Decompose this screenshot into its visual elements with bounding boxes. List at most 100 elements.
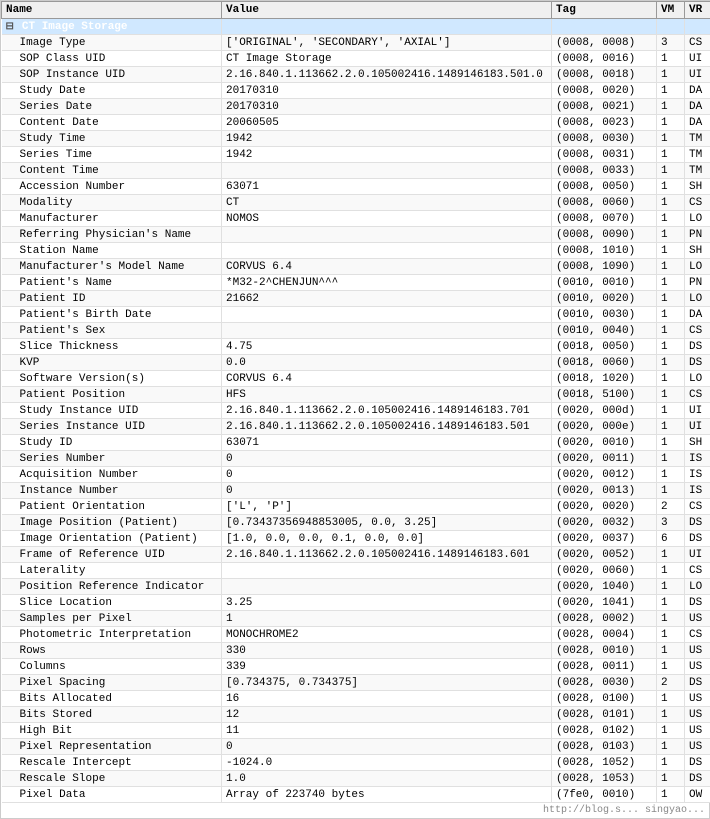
data-name-cell: Bits Stored (2, 707, 222, 723)
data-tag-cell: (0028, 0103) (552, 739, 657, 755)
data-vm-cell: 1 (657, 307, 685, 323)
table-row[interactable]: Patient PositionHFS(0018, 5100)1CS (2, 387, 710, 403)
table-row[interactable]: Slice Thickness4.75(0018, 0050)1DS (2, 339, 710, 355)
table-row[interactable]: Columns339(0028, 0011)1US (2, 659, 710, 675)
data-tag-cell: (0010, 0030) (552, 307, 657, 323)
data-tag-cell: (0008, 1010) (552, 243, 657, 259)
data-vm-cell: 1 (657, 579, 685, 595)
table-row[interactable]: Rescale Slope1.0(0028, 1053)1DS (2, 771, 710, 787)
data-vr-cell: TM (685, 163, 710, 179)
data-name-cell: Photometric Interpretation (2, 627, 222, 643)
data-name-cell: SOP Class UID (2, 51, 222, 67)
table-row[interactable]: Content Date20060505(0008, 0023)1DA (2, 115, 710, 131)
data-value-cell (222, 579, 552, 595)
data-name-cell: Content Time (2, 163, 222, 179)
group-vm (657, 19, 685, 35)
table-row[interactable]: Rows330(0028, 0010)1US (2, 643, 710, 659)
data-tag-cell: (0010, 0020) (552, 291, 657, 307)
data-value-cell: -1024.0 (222, 755, 552, 771)
table-row[interactable]: Image Position (Patient)[0.7343735694885… (2, 515, 710, 531)
data-vm-cell: 1 (657, 435, 685, 451)
data-vm-cell: 1 (657, 291, 685, 307)
table-row[interactable]: ModalityCT(0008, 0060)1CS (2, 195, 710, 211)
data-vm-cell: 1 (657, 323, 685, 339)
table-row[interactable]: Study ID63071(0020, 0010)1SH (2, 435, 710, 451)
data-name-cell: Instance Number (2, 483, 222, 499)
data-vr-cell: DA (685, 307, 710, 323)
data-name-cell: Bits Allocated (2, 691, 222, 707)
table-row[interactable]: Study Time1942(0008, 0030)1TM (2, 131, 710, 147)
table-row[interactable]: High Bit11(0028, 0102)1US (2, 723, 710, 739)
table-row[interactable]: SOP Instance UID2.16.840.1.113662.2.0.10… (2, 67, 710, 83)
table-row[interactable]: Slice Location3.25(0020, 1041)1DS (2, 595, 710, 611)
table-row[interactable]: Frame of Reference UID2.16.840.1.113662.… (2, 547, 710, 563)
table-row[interactable]: Patient's Sex(0010, 0040)1CS (2, 323, 710, 339)
table-row[interactable]: Series Time1942(0008, 0031)1TM (2, 147, 710, 163)
table-row[interactable]: Image Orientation (Patient)[1.0, 0.0, 0.… (2, 531, 710, 547)
table-row[interactable]: Image Type['ORIGINAL', 'SECONDARY', 'AXI… (2, 35, 710, 51)
table-row[interactable]: Manufacturer's Model NameCORVUS 6.4(0008… (2, 259, 710, 275)
table-row[interactable]: Samples per Pixel1(0028, 0002)1US (2, 611, 710, 627)
data-name-cell: Series Date (2, 99, 222, 115)
table-row[interactable]: Study Date20170310(0008, 0020)1DA (2, 83, 710, 99)
data-vr-cell: DS (685, 515, 710, 531)
table-row[interactable]: Laterality(0020, 0060)1CS (2, 563, 710, 579)
data-vr-cell: UI (685, 403, 710, 419)
table-row[interactable]: Patient's Birth Date(0010, 0030)1DA (2, 307, 710, 323)
table-row[interactable]: Study Instance UID2.16.840.1.113662.2.0.… (2, 403, 710, 419)
data-vr-cell: CS (685, 499, 710, 515)
table-row[interactable]: Pixel Representation0(0028, 0103)1US (2, 739, 710, 755)
table-row[interactable]: Pixel Spacing[0.734375, 0.734375](0028, … (2, 675, 710, 691)
table-row[interactable]: Station Name(0008, 1010)1SH (2, 243, 710, 259)
data-vm-cell: 1 (657, 403, 685, 419)
table-row[interactable]: Content Time(0008, 0033)1TM (2, 163, 710, 179)
data-value-cell: 0.0 (222, 355, 552, 371)
table-row[interactable]: Photometric InterpretationMONOCHROME2(00… (2, 627, 710, 643)
table-row[interactable]: Patient's Name*M32-2^CHENJUN^^^(0010, 00… (2, 275, 710, 291)
data-name-cell: Slice Thickness (2, 339, 222, 355)
table-row[interactable]: Rescale Intercept-1024.0(0028, 1052)1DS (2, 755, 710, 771)
data-value-cell (222, 243, 552, 259)
data-tag-cell: (0020, 1041) (552, 595, 657, 611)
table-row[interactable]: Series Date20170310(0008, 0021)1DA (2, 99, 710, 115)
data-tag-cell: (0028, 0004) (552, 627, 657, 643)
table-row[interactable]: ManufacturerNOMOS(0008, 0070)1LO (2, 211, 710, 227)
data-vm-cell: 1 (657, 99, 685, 115)
table-row[interactable]: SOP Class UIDCT Image Storage(0008, 0016… (2, 51, 710, 67)
data-vm-cell: 1 (657, 771, 685, 787)
data-tag-cell: (0008, 0016) (552, 51, 657, 67)
table-row[interactable]: KVP0.0(0018, 0060)1DS (2, 355, 710, 371)
data-name-cell: KVP (2, 355, 222, 371)
table-row[interactable]: Patient ID21662(0010, 0020)1LO (2, 291, 710, 307)
data-tag-cell: (0020, 0052) (552, 547, 657, 563)
table-row[interactable]: Instance Number0(0020, 0013)1IS (2, 483, 710, 499)
data-vm-cell: 3 (657, 515, 685, 531)
data-vr-cell: DS (685, 339, 710, 355)
data-value-cell: 1 (222, 611, 552, 627)
data-vr-cell: SH (685, 435, 710, 451)
data-vm-cell: 6 (657, 531, 685, 547)
table-row[interactable]: Accession Number63071(0008, 0050)1SH (2, 179, 710, 195)
data-vr-cell: UI (685, 51, 710, 67)
table-row[interactable]: Acquisition Number0(0020, 0012)1IS (2, 467, 710, 483)
data-name-cell: Rescale Intercept (2, 755, 222, 771)
data-tag-cell: (0028, 0010) (552, 643, 657, 659)
table-row[interactable]: Patient Orientation['L', 'P'](0020, 0020… (2, 499, 710, 515)
data-vr-cell: CS (685, 387, 710, 403)
data-value-cell (222, 163, 552, 179)
table-row[interactable]: Series Instance UID2.16.840.1.113662.2.0… (2, 419, 710, 435)
data-name-cell: Station Name (2, 243, 222, 259)
table-row[interactable]: Referring Physician's Name(0008, 0090)1P… (2, 227, 710, 243)
table-row[interactable]: Series Number0(0020, 0011)1IS (2, 451, 710, 467)
data-name-cell: Image Position (Patient) (2, 515, 222, 531)
table-row[interactable]: Pixel DataArray of 223740 bytes(7fe0, 00… (2, 787, 710, 803)
data-tag-cell: (0008, 0090) (552, 227, 657, 243)
table-row[interactable]: ⊟ CT Image Storage (2, 19, 710, 35)
data-vm-cell: 1 (657, 787, 685, 803)
data-tag-cell: (0028, 0100) (552, 691, 657, 707)
table-row[interactable]: Software Version(s)CORVUS 6.4(0018, 1020… (2, 371, 710, 387)
table-row[interactable]: Position Reference Indicator(0020, 1040)… (2, 579, 710, 595)
table-row[interactable]: Bits Allocated16(0028, 0100)1US (2, 691, 710, 707)
data-value-cell: 63071 (222, 435, 552, 451)
table-row[interactable]: Bits Stored12(0028, 0101)1US (2, 707, 710, 723)
